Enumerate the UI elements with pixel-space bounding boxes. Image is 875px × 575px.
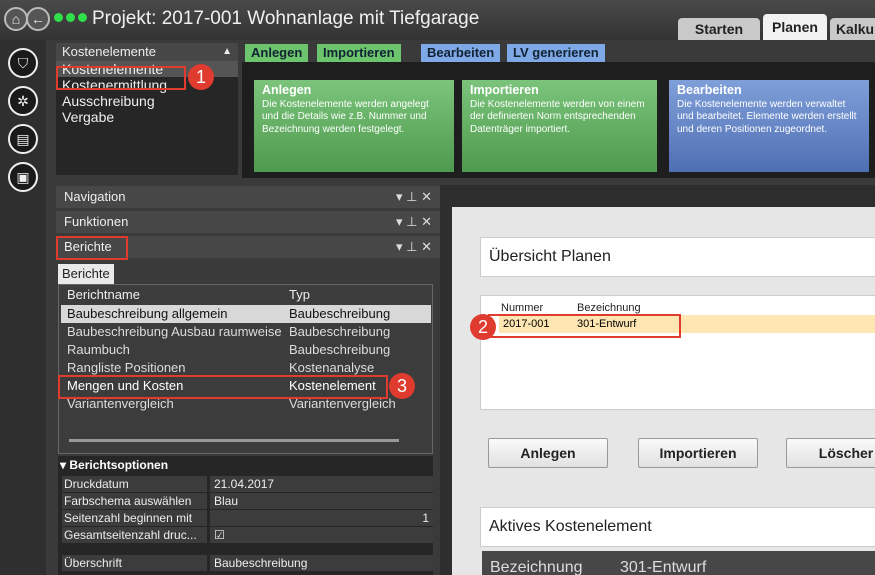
workspace: Übersicht Planen Nummer Bezeichnung 2017… xyxy=(452,207,875,575)
importieren-button[interactable]: Importieren xyxy=(638,438,758,468)
calculator-icon[interactable]: ▤ xyxy=(8,124,38,154)
column-header-berichtname[interactable]: Berichtname xyxy=(67,287,140,303)
ribbon-tab-anlegen[interactable]: Anlegen xyxy=(245,44,309,62)
anlegen-button[interactable]: Anlegen xyxy=(488,438,608,468)
horizontal-scrollbar[interactable] xyxy=(69,439,399,442)
tab-planen[interactable]: Planen xyxy=(763,14,827,40)
window-title: Projekt: 2017-001 Wohnanlage mit Tiefgar… xyxy=(92,8,480,29)
report-options: ▾ Berichtsoptionen Druckdatum 21.04.2017 … xyxy=(58,456,433,575)
module-menu-header[interactable]: Kostenelemente ▲ xyxy=(56,43,238,61)
loeschen-button[interactable]: Löscher xyxy=(786,438,875,468)
status-dot-icon xyxy=(66,13,75,22)
highlight-box xyxy=(56,236,128,260)
card-anlegen[interactable]: Anlegen Die Kostenelemente werden angele… xyxy=(254,80,454,172)
overview-title: Übersicht Planen xyxy=(489,248,611,265)
callout-badge: 3 xyxy=(389,373,415,399)
gear-icon[interactable]: ✲ xyxy=(8,86,38,116)
card-text: Die Kostenelemente werden angelegt und d… xyxy=(262,98,429,135)
card-text: Die Kostenelemente werden verwaltet und … xyxy=(677,98,857,135)
card-bearbeiten[interactable]: Bearbeiten Die Kostenelemente werden ver… xyxy=(669,80,869,172)
option-row[interactable]: Druckdatum 21.04.2017 xyxy=(58,476,433,492)
panel-controls-icon[interactable]: ▾ ⊥ ✕ xyxy=(396,211,432,233)
window-icon[interactable]: ▣ xyxy=(8,162,38,192)
table-row[interactable]: Raumbuch Baubeschreibung xyxy=(61,341,431,359)
active-element-value: 301-Entwurf xyxy=(620,559,707,575)
table-row[interactable]: Baubeschreibung allgemein Baubeschreibung xyxy=(61,305,431,323)
active-element-row: Bezeichnung 301-Entwurf xyxy=(482,551,875,575)
ribbon-tab-lv-generieren[interactable]: LV generieren xyxy=(507,44,605,62)
panel-navigation[interactable]: Navigation ▾ ⊥ ✕ xyxy=(56,186,440,208)
column-header-nummer[interactable]: Nummer xyxy=(501,302,543,314)
card-importieren[interactable]: Importieren Die Kostenelemente werden vo… xyxy=(462,80,657,172)
tab-kalkulation[interactable]: Kalku xyxy=(830,18,875,40)
option-row[interactable]: Gesamtseitenzahl druc... ☑ xyxy=(58,527,433,543)
highlight-box xyxy=(58,375,388,399)
tab-starten[interactable]: Starten xyxy=(678,18,760,40)
card-text: Die Kostenelemente werden von einem der … xyxy=(470,98,645,135)
panel-controls-icon[interactable]: ▾ ⊥ ✕ xyxy=(396,236,432,258)
back-icon[interactable]: ← xyxy=(26,7,50,31)
overview-table: Nummer Bezeichnung 2017-001 301-Entwurf xyxy=(480,295,875,410)
options-header[interactable]: ▾ Berichtsoptionen xyxy=(60,458,168,472)
reports-list: Berichtname Typ Baubeschreibung allgemei… xyxy=(58,284,433,454)
table-row[interactable]: Baubeschreibung Ausbau raumweise Baubesch… xyxy=(61,323,431,341)
callout-badge: 2 xyxy=(470,314,496,340)
callout-badge: 1 xyxy=(188,64,214,90)
option-row[interactable]: Seitenzahl beginnen mit 1 xyxy=(58,510,433,526)
column-header-typ[interactable]: Typ xyxy=(289,287,310,303)
card-title: Importieren xyxy=(470,83,539,97)
tab-berichte[interactable]: Berichte xyxy=(58,264,114,284)
status-dot-icon xyxy=(78,13,87,22)
active-element-label: Bezeichnung xyxy=(490,559,583,575)
card-title: Bearbeiten xyxy=(677,83,742,97)
shield-icon[interactable]: ⛉ xyxy=(8,48,38,78)
highlight-box xyxy=(56,66,186,90)
menu-item-vergabe[interactable]: Vergabe xyxy=(56,109,238,125)
ribbon: Anlegen Die Kostenelemente werden angele… xyxy=(242,62,875,178)
card-title: Anlegen xyxy=(262,83,312,97)
left-toolbar: ⛉ ✲ ▤ ▣ xyxy=(0,40,46,575)
app-window: { "window":{"title":"Projekt: 2017-001 W… xyxy=(0,0,875,575)
active-element-title: Aktives Kostenelement xyxy=(489,518,652,535)
active-element-header: Aktives Kostenelement xyxy=(480,507,875,547)
option-row[interactable]: Überschrift Baubeschreibung xyxy=(58,555,433,571)
ribbon-tab-importieren[interactable]: Importieren xyxy=(317,44,401,62)
highlight-box xyxy=(488,314,681,338)
status-dot-icon xyxy=(54,13,63,22)
option-row[interactable]: Farbschema auswählen Blau xyxy=(58,493,433,509)
menu-item-ausschreibung[interactable]: Ausschreibung xyxy=(56,93,238,109)
module-menu: Kostenelemente ▲ Kostenelemente Kostenerm… xyxy=(56,43,238,175)
panel-controls-icon[interactable]: ▾ ⊥ ✕ xyxy=(396,186,432,208)
panel-funktionen[interactable]: Funktionen ▾ ⊥ ✕ xyxy=(56,211,440,233)
ribbon-tab-bearbeiten[interactable]: Bearbeiten xyxy=(421,44,501,62)
home-icon[interactable]: ⌂ xyxy=(4,7,28,31)
column-header-bezeichnung[interactable]: Bezeichnung xyxy=(577,302,641,314)
title-bar: ⌂ ← Projekt: 2017-001 Wohnanlage mit Tie… xyxy=(0,0,875,40)
overview-header: Übersicht Planen xyxy=(480,237,875,277)
